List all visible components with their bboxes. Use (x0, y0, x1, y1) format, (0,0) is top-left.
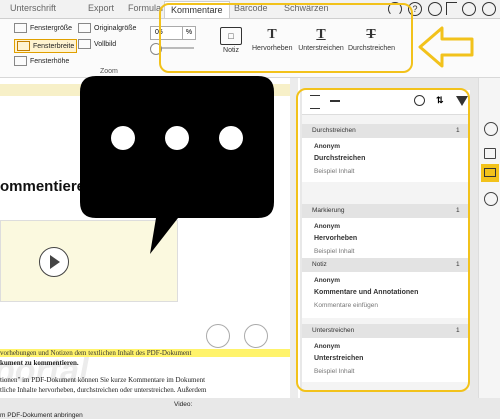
play-icon[interactable] (39, 247, 69, 277)
originalgroesse-option[interactable]: Originalgröße (78, 23, 136, 33)
info-icon[interactable] (484, 122, 498, 136)
fenstergroesse-option[interactable]: Fenstergröße (14, 23, 72, 33)
tab-unterschrift[interactable]: Unterschrift (10, 3, 56, 13)
vollbild-option[interactable]: Vollbild (78, 39, 116, 49)
body-line-1: tionen" im PDF-Dokument können Sie kurze… (0, 376, 206, 384)
history-sidebar-icon[interactable] (484, 192, 498, 206)
support-icon[interactable] (462, 2, 476, 16)
highlighted-text: vorhebungen und Notizen dem textlichen I… (0, 349, 290, 357)
tab-export[interactable]: Export (88, 3, 114, 13)
body-line-2: tliche Inhalte hervorheben, durchstreich… (0, 386, 207, 394)
annotation-highlight-panel (296, 88, 470, 392)
settings-icon[interactable] (428, 2, 442, 16)
right-sidebar (478, 78, 500, 398)
bold-line: kument zu kommentieren. (0, 359, 79, 367)
history-icon[interactable] (482, 2, 496, 16)
comment-icon (484, 168, 496, 177)
fensterbreite-option[interactable]: Fensterbreite (14, 39, 78, 53)
prev-page-icon[interactable] (206, 324, 230, 348)
lock-icon[interactable] (484, 148, 496, 159)
comments-sidebar-button[interactable] (481, 164, 499, 182)
flag-icon[interactable] (446, 2, 457, 15)
annotation-arrow (418, 26, 474, 68)
next-page-icon[interactable] (244, 324, 268, 348)
speech-bubble-icon (80, 76, 274, 254)
video-label: Video: (174, 401, 193, 408)
annotation-highlight-ribbon (159, 3, 413, 73)
fensterhoehe-option[interactable]: Fensterhöhe (14, 56, 69, 66)
caption: m PDF-Dokument anbringen (0, 412, 83, 419)
